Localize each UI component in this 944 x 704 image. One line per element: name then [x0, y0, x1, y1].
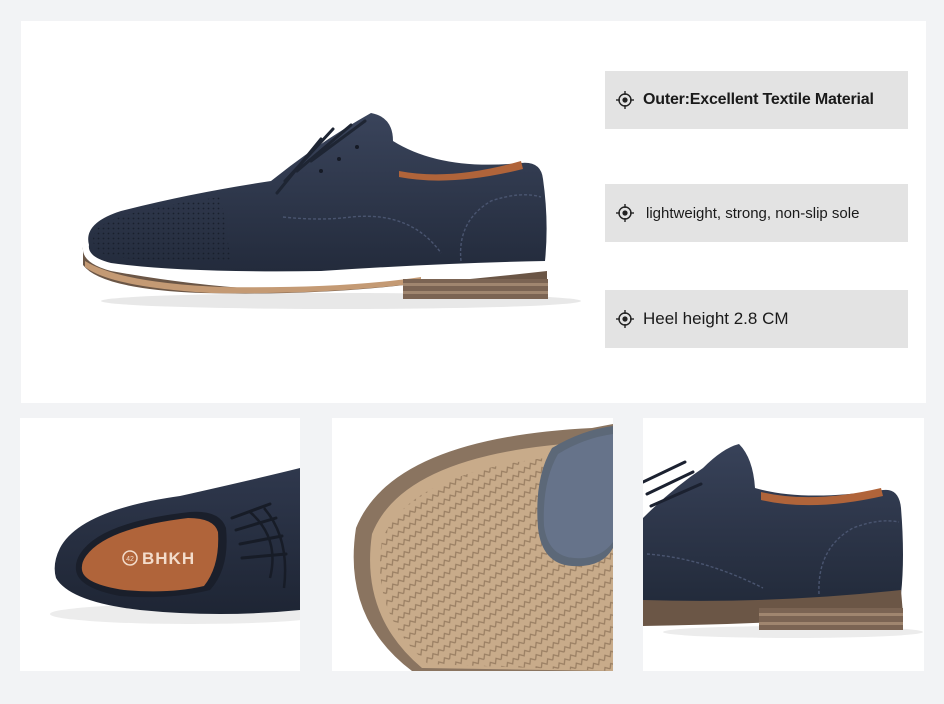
- thumbnail-insole-view: 42 BHKH: [20, 418, 300, 671]
- feature-label: lightweight, strong, non-slip sole: [646, 204, 860, 222]
- shoe-heel-detail-photo: [643, 444, 923, 638]
- crosshair-icon: [616, 91, 634, 109]
- shoe-insole-photo: 42 BHKH: [50, 468, 300, 624]
- feature-heel-height: Heel height 2.8 CM: [605, 290, 908, 348]
- feature-outer-material: Outer:Excellent Textile Material: [605, 71, 908, 129]
- outsole-closeup-photo: [353, 424, 613, 671]
- insole-brand-label: BHKH: [142, 549, 195, 568]
- feature-label: Outer:Excellent Textile Material: [643, 91, 874, 108]
- insole-size-label: 42: [126, 556, 134, 563]
- feature-sole: lightweight, strong, non-slip sole: [605, 184, 908, 242]
- feature-label: Heel height 2.8 CM: [643, 309, 789, 328]
- crosshair-icon: [616, 310, 634, 328]
- hero-panel: Outer:Excellent Textile Material lightwe…: [21, 21, 926, 403]
- thumbnail-heel-view: [643, 418, 924, 671]
- thumbnail-outsole-view: [332, 418, 613, 671]
- crosshair-icon: [616, 204, 634, 222]
